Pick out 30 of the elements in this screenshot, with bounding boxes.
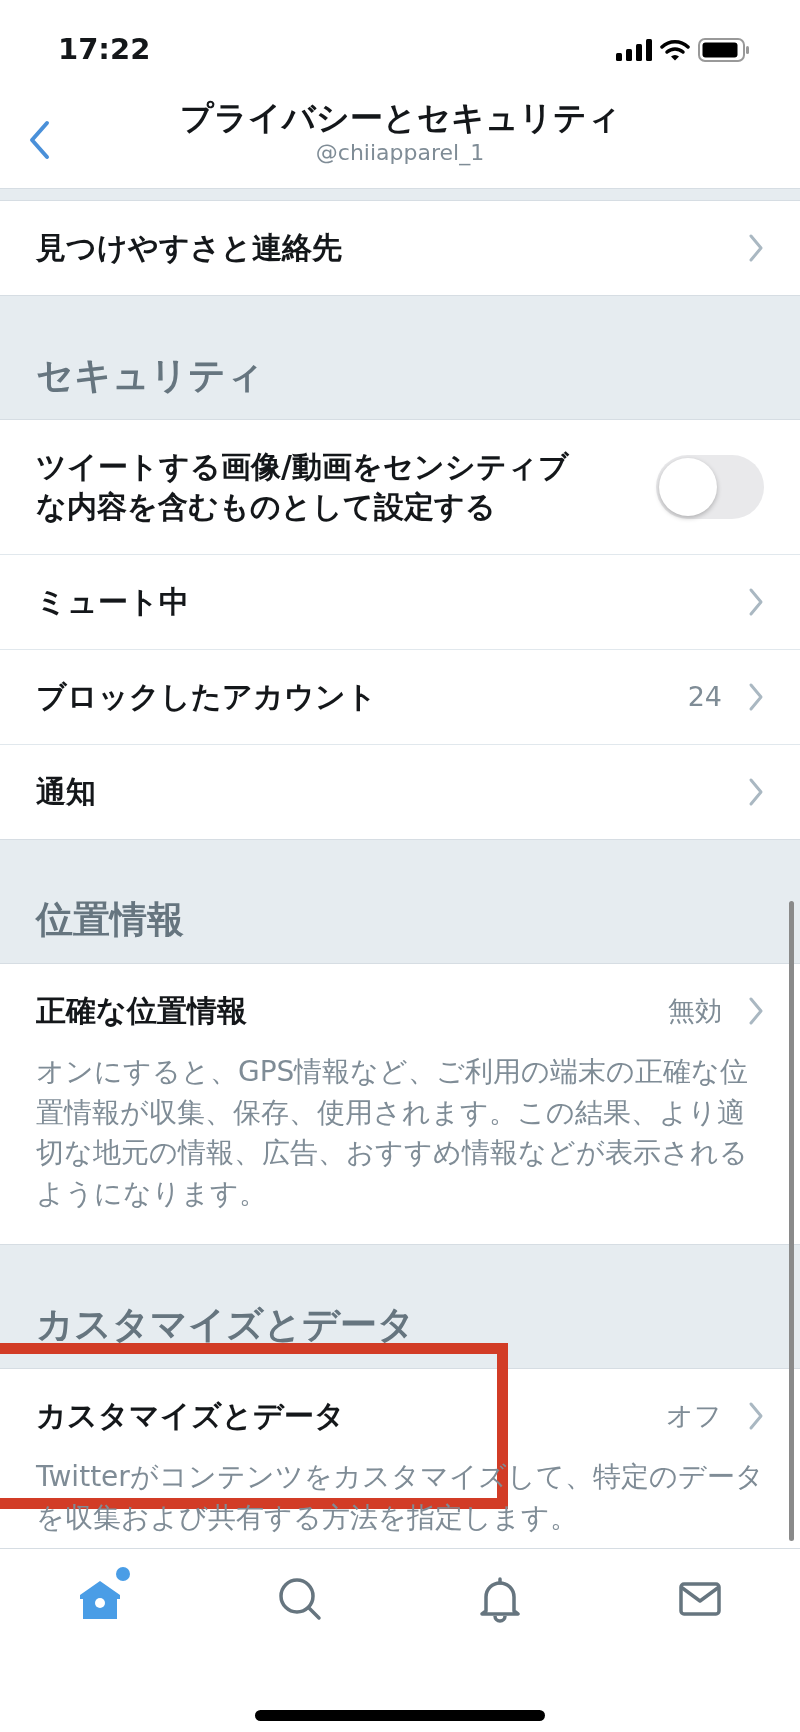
setting-value: 24 bbox=[687, 679, 722, 714]
wifi-icon bbox=[660, 39, 690, 61]
search-icon bbox=[276, 1575, 324, 1623]
chevron-icon bbox=[748, 587, 764, 617]
battery-icon bbox=[698, 38, 750, 62]
back-icon bbox=[28, 120, 50, 160]
back-button[interactable] bbox=[28, 120, 50, 160]
setting-label: 通知 bbox=[36, 772, 96, 811]
chevron-icon bbox=[748, 996, 764, 1026]
status-time: 17:22 bbox=[58, 31, 151, 69]
account-handle: @chiiapparel_1 bbox=[315, 139, 485, 168]
setting-label: 見つけやすさと連絡先 bbox=[36, 228, 342, 267]
setting-label: カスタマイズとデータ bbox=[36, 1397, 345, 1436]
setting-value: オフ bbox=[666, 1399, 722, 1434]
setting-label: ブロックしたアカウント bbox=[36, 677, 377, 716]
toggle-switch[interactable] bbox=[656, 455, 764, 519]
section-heading: セキュリティ bbox=[36, 352, 264, 399]
section-heading: カスタマイズとデータ bbox=[36, 1301, 415, 1348]
chevron-icon bbox=[748, 777, 764, 807]
chevron-icon bbox=[748, 233, 764, 263]
setting-label: ツイートする画像/動画をセンシティブな内容を含むものとして設定する bbox=[36, 447, 570, 526]
setting-label: 正確な位置情報 bbox=[36, 991, 247, 1030]
section-heading: 位置情報 bbox=[36, 896, 184, 943]
signal-icon bbox=[616, 39, 652, 61]
chevron-icon bbox=[748, 682, 764, 712]
setting-value: 無効 bbox=[668, 993, 722, 1028]
screen-title: プライバシーとセキュリティ bbox=[179, 100, 621, 137]
setting-description: オンにすると、GPS情報など、ご利用の端末の正確な位置情報が収集、保存、使用されます。この結果、より適切な地元の情報、広告、おすすめ情報などが表示されるようになります。 bbox=[36, 1054, 750, 1212]
chevron-icon bbox=[748, 1401, 764, 1432]
setting-label: ミュート中 bbox=[36, 582, 189, 621]
